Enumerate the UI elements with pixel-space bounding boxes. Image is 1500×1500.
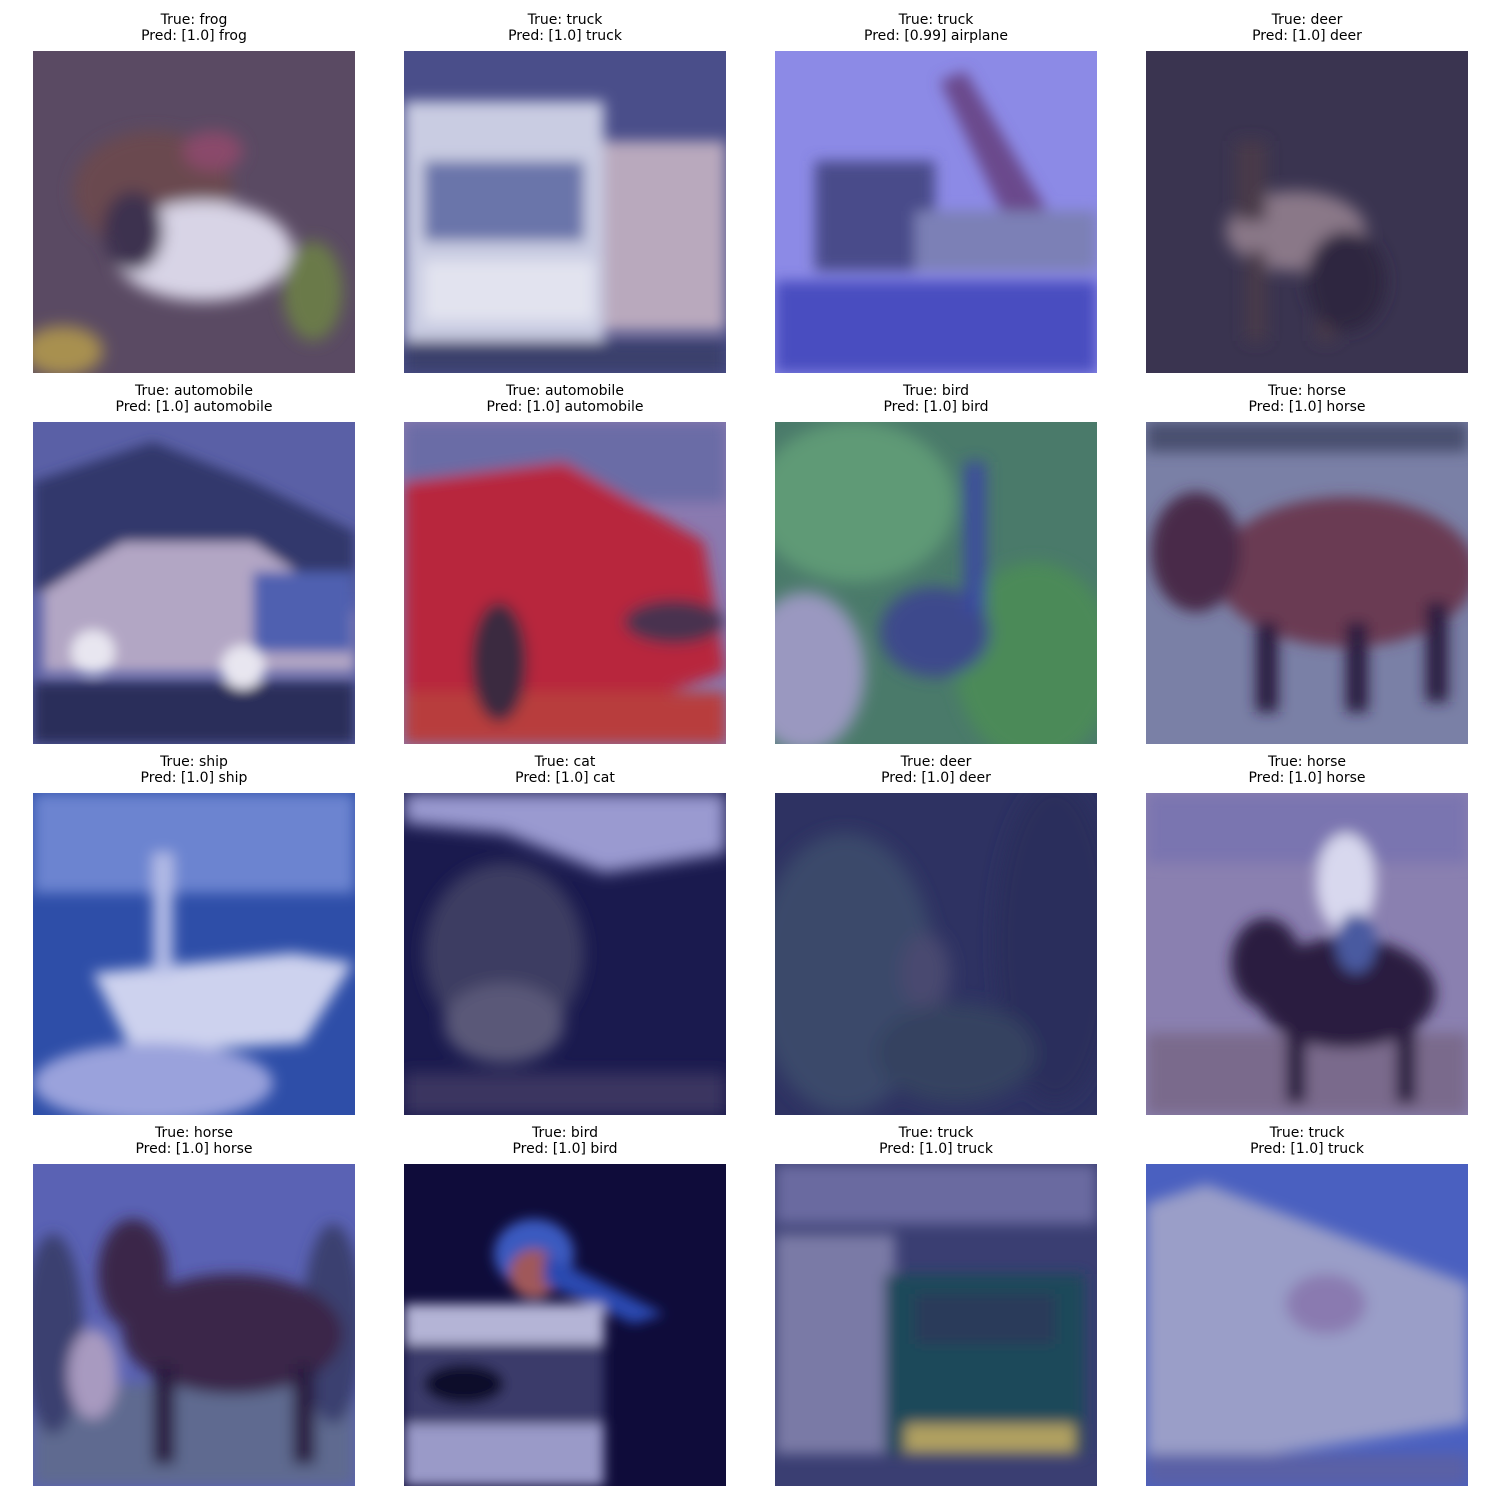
green-truck-image [775,1164,1097,1486]
true-label: True: frog [160,12,228,28]
panel-caption: True: ship Pred: [1.0] ship [33,754,355,786]
true-label: True: automobile [506,383,624,399]
true-label: True: horse [1267,754,1346,770]
panel-caption: True: truck Pred: [0.99] airplane [775,12,1097,44]
true-label: True: bird [531,1125,599,1141]
true-label: True: ship [160,754,228,770]
true-label: True: truck [1269,1125,1345,1141]
truck-image [404,51,726,373]
pred-label: Pred: [1.0] horse [1248,399,1366,415]
ship-image [33,793,355,1115]
panel-caption: True: truck Pred: [1.0] truck [775,1125,1097,1157]
horse-rider-image [1146,793,1468,1115]
true-label: True: horse [1267,383,1346,399]
panel-caption: True: frog Pred: [1.0] frog [33,12,355,44]
red-car-image [404,422,726,744]
true-label: True: deer [900,754,972,770]
pred-label: Pred: [1.0] ship [140,770,248,786]
panel-caption: True: bird Pred: [1.0] bird [775,383,1097,415]
true-label: True: truck [527,12,603,28]
panel-caption: True: cat Pred: [1.0] cat [404,754,726,786]
pred-label: Pred: [0.99] airplane [864,28,1008,44]
panel-caption: True: deer Pred: [1.0] deer [1146,12,1468,44]
pred-label: Pred: [1.0] truck [879,1141,993,1157]
panel-caption: True: bird Pred: [1.0] bird [404,1125,726,1157]
pred-label: Pred: [1.0] automobile [486,399,644,415]
bluebird-image [404,1164,726,1486]
pred-label: Pred: [1.0] cat [515,770,615,786]
true-label: True: automobile [135,383,253,399]
pred-label: Pred: [1.0] horse [1248,770,1366,786]
true-label: True: truck [898,1125,974,1141]
prediction-grid-figure: { "panels": [ {"true_label": "True: frog… [0,0,1500,1500]
panel-caption: True: truck Pred: [1.0] truck [1146,1125,1468,1157]
pred-label: Pred: [1.0] truck [508,28,622,44]
panel-caption: True: deer Pred: [1.0] deer [775,754,1097,786]
pred-label: Pred: [1.0] bird [512,1141,618,1157]
true-label: True: horse [154,1125,233,1141]
deer-image [1146,51,1468,373]
pred-label: Pred: [1.0] frog [141,28,247,44]
pred-label: Pred: [1.0] deer [881,770,991,786]
frog-image [33,51,355,373]
pred-label: Pred: [1.0] bird [883,399,989,415]
true-label: True: cat [534,754,596,770]
pred-label: Pred: [1.0] deer [1252,28,1362,44]
cat-image [404,793,726,1115]
pred-label: Pred: [1.0] automobile [115,399,273,415]
horse-field-image [33,1164,355,1486]
horse-image [1146,422,1468,744]
true-label: True: bird [902,383,970,399]
panel-caption: True: automobile Pred: [1.0] automobile [404,383,726,415]
panel-caption: True: horse Pred: [1.0] horse [1146,383,1468,415]
pred-label: Pred: [1.0] truck [1250,1141,1364,1157]
panel-caption: True: horse Pred: [1.0] horse [33,1125,355,1157]
pred-label: Pred: [1.0] horse [135,1141,253,1157]
panel-caption: True: automobile Pred: [1.0] automobile [33,383,355,415]
dump-truck-image [775,51,1097,373]
trailer-truck-image [1146,1164,1468,1486]
panel-caption: True: horse Pred: [1.0] horse [1146,754,1468,786]
car-image [33,422,355,744]
panel-caption: True: truck Pred: [1.0] truck [404,12,726,44]
true-label: True: deer [1271,12,1343,28]
true-label: True: truck [898,12,974,28]
bird-image [775,422,1097,744]
deer-forest-image [775,793,1097,1115]
